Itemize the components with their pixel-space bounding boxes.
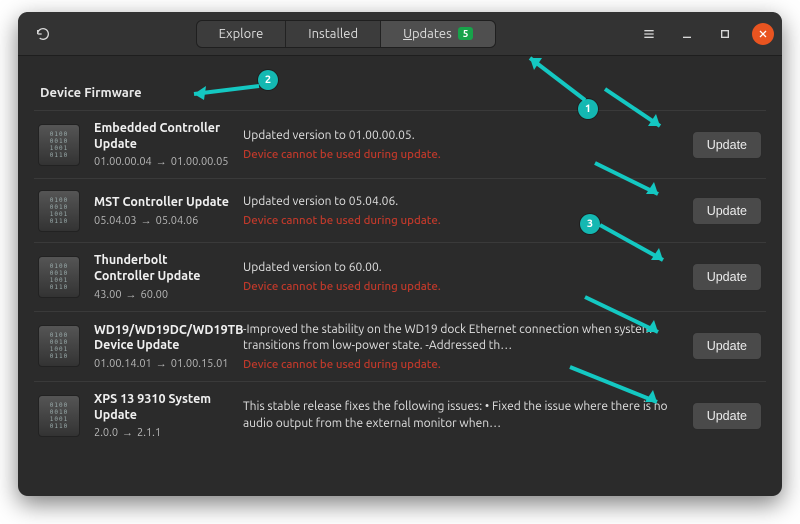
firmware-version: 01.00.00.04→01.00.00.05 xyxy=(94,156,229,168)
firmware-chip-icon: 0100 0010 1001 0110 xyxy=(38,256,80,298)
updates-count-badge: 5 xyxy=(458,27,474,40)
update-button[interactable]: Update xyxy=(692,131,762,159)
refresh-icon xyxy=(35,26,51,42)
tab-updates[interactable]: Updates 5 xyxy=(381,21,495,47)
window-close-button[interactable] xyxy=(752,23,774,45)
firmware-version: 2.0.0→2.1.1 xyxy=(94,427,229,439)
tab-installed-label: Installed xyxy=(308,27,358,41)
hamburger-menu-button[interactable] xyxy=(634,19,664,49)
window-minimize-button[interactable] xyxy=(672,19,702,49)
annotation-arrow xyxy=(565,362,670,416)
annotation-arrow xyxy=(520,50,590,109)
tab-explore-label: Explore xyxy=(219,27,264,41)
annotation-arrow xyxy=(600,84,670,138)
refresh-button[interactable] xyxy=(28,19,58,49)
annotation-arrow xyxy=(184,80,264,104)
firmware-name: WD19/WD19DC/WD19TB Device Update xyxy=(94,323,229,354)
firmware-name: Thunderbolt Controller Update xyxy=(94,253,229,284)
update-button[interactable]: Update xyxy=(692,402,762,430)
firmware-chip-icon: 0100 0010 1001 0110 xyxy=(38,395,80,437)
firmware-version: 43.00→60.00 xyxy=(94,289,229,301)
update-button[interactable]: Update xyxy=(692,197,762,225)
hamburger-icon xyxy=(641,26,657,42)
tab-installed[interactable]: Installed xyxy=(286,21,381,47)
maximize-icon xyxy=(717,26,733,42)
annotation-arrow xyxy=(580,292,670,346)
view-switcher: Explore Installed Updates 5 xyxy=(60,20,632,48)
firmware-version: 05.04.03→05.04.06 xyxy=(94,215,229,227)
firmware-name: Embedded Controller Update xyxy=(94,121,229,152)
annotation-arrow xyxy=(590,158,670,207)
update-button[interactable]: Update xyxy=(692,263,762,291)
firmware-chip-icon: 0100 0010 1001 0110 xyxy=(38,124,80,166)
tab-explore[interactable]: Explore xyxy=(197,21,287,47)
firmware-name: XPS 13 9310 System Update xyxy=(94,392,229,423)
firmware-chip-icon: 0100 0010 1001 0110 xyxy=(38,190,80,232)
annotation-arrow xyxy=(595,220,675,274)
minimize-icon xyxy=(679,26,695,42)
firmware-chip-icon: 0100 0010 1001 0110 xyxy=(38,325,80,367)
titlebar: Explore Installed Updates 5 xyxy=(18,12,782,56)
tab-updates-label: Updates xyxy=(403,27,452,41)
firmware-version: 01.00.14.01→01.00.15.01 xyxy=(94,358,229,370)
close-icon xyxy=(757,28,769,40)
update-button[interactable]: Update xyxy=(692,332,762,360)
firmware-name: MST Controller Update xyxy=(94,195,229,211)
window-maximize-button[interactable] xyxy=(710,19,740,49)
